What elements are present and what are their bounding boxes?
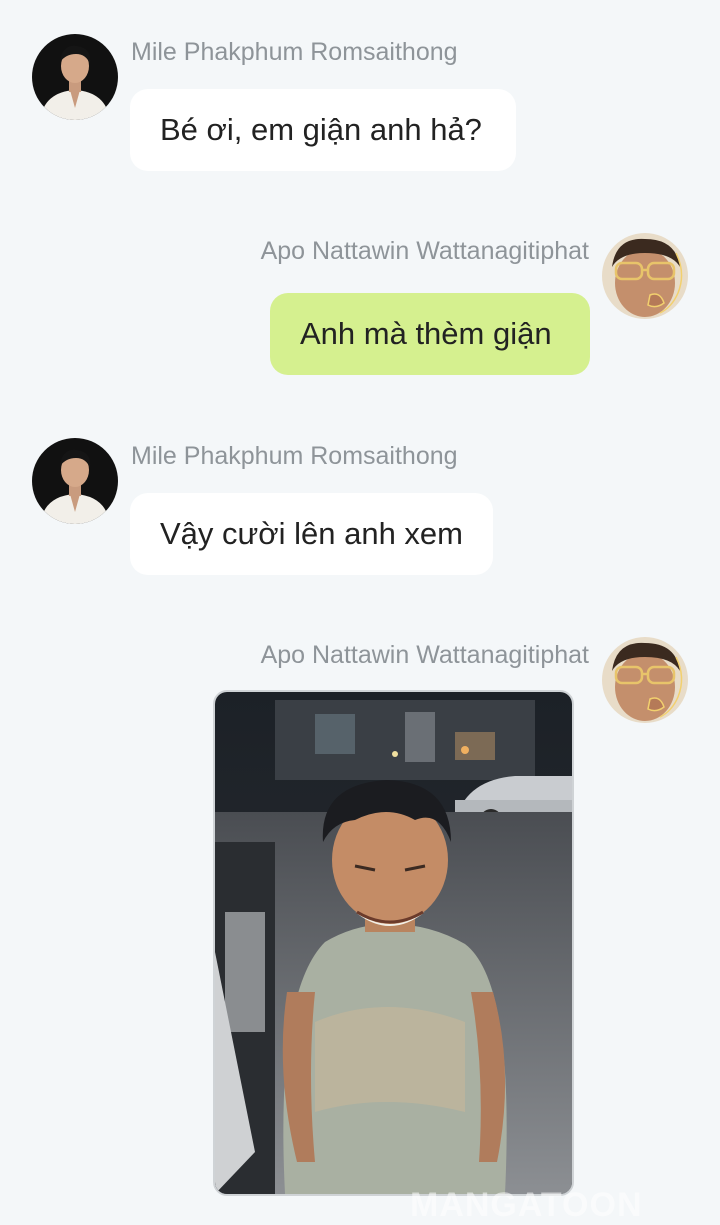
avatar-apo[interactable] bbox=[602, 233, 688, 319]
avatar-mile[interactable] bbox=[32, 34, 118, 120]
watermark-text: MANGATOON bbox=[410, 1186, 643, 1224]
sender-name: Apo Nattawin Wattanagitiphat bbox=[260, 237, 589, 265]
sender-name: Mile Phakphum Romsaithong bbox=[131, 38, 458, 66]
message-bubble-incoming[interactable]: Bé ơi, em giận anh hả? bbox=[130, 89, 516, 171]
message-photo[interactable] bbox=[213, 690, 574, 1196]
sender-name: Mile Phakphum Romsaithong bbox=[131, 442, 458, 470]
sender-name: Apo Nattawin Wattanagitiphat bbox=[260, 641, 589, 669]
avatar-mile[interactable] bbox=[32, 438, 118, 524]
message-bubble-outgoing[interactable]: Anh mà thèm giận bbox=[270, 293, 590, 375]
avatar-apo[interactable] bbox=[602, 637, 688, 723]
message-bubble-incoming[interactable]: Vậy cười lên anh xem bbox=[130, 493, 493, 575]
